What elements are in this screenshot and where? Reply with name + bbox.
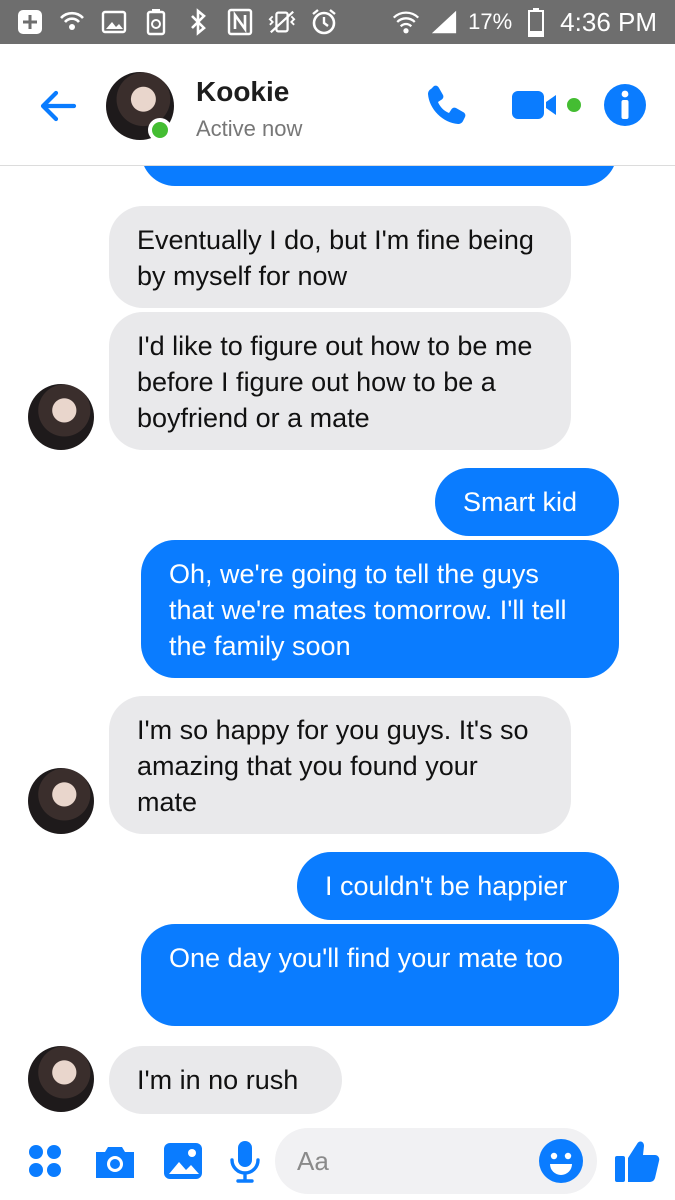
sender-avatar <box>28 384 94 450</box>
contact-name[interactable]: Kookie <box>196 76 289 108</box>
signal-icon <box>430 8 458 36</box>
wifi-icon <box>392 8 420 36</box>
message-input[interactable]: Aa <box>275 1128 597 1194</box>
back-arrow-icon <box>40 90 77 122</box>
image-icon <box>100 8 128 36</box>
gallery-icon <box>164 1143 202 1179</box>
status-icons-right: 17% 4:36 PM <box>392 6 657 38</box>
status-icons-left <box>16 6 338 38</box>
contact-status: Active now <box>196 116 303 141</box>
camera-icon <box>96 1147 134 1178</box>
recycle-icon <box>142 8 170 36</box>
wifi-call-icon <box>58 8 86 36</box>
voice-call-button[interactable] <box>422 80 472 130</box>
status-bar: 17% 4:36 PM <box>0 0 675 44</box>
vibrate-icon <box>268 8 296 36</box>
nfc-icon <box>226 8 254 36</box>
emoji-icon[interactable] <box>537 1137 585 1185</box>
info-icon <box>604 84 646 126</box>
battery-percent: 17% <box>468 9 513 34</box>
message-bubble-outgoing[interactable]: I couldn't be happier <box>297 852 619 920</box>
like-icon <box>615 1141 660 1182</box>
mic-button[interactable] <box>222 1138 268 1184</box>
conversation-header: Kookie Active now <box>0 44 675 166</box>
message-bubble-outgoing[interactable] <box>141 166 617 186</box>
plus-box-icon <box>16 8 44 36</box>
back-button[interactable] <box>34 82 82 130</box>
message-bubble-outgoing[interactable]: One day you'll find your mate too <box>141 924 619 1026</box>
message-bubble-incoming[interactable]: Eventually I do, but I'm fine being by m… <box>109 206 571 308</box>
message-list[interactable]: Eventually I do, but I'm fine being by m… <box>0 166 675 1126</box>
message-bubble-outgoing[interactable]: Oh, we're going to tell the guys that we… <box>141 540 619 678</box>
online-indicator <box>148 118 172 142</box>
apps-button[interactable] <box>22 1138 68 1184</box>
like-button[interactable] <box>612 1134 664 1186</box>
gallery-button[interactable] <box>160 1138 206 1184</box>
message-input-placeholder: Aa <box>297 1146 329 1176</box>
message-bubble-incoming[interactable]: I'm in no rush <box>109 1046 342 1114</box>
clock: 4:36 PM <box>560 7 657 37</box>
battery-icon <box>522 8 550 37</box>
info-button[interactable] <box>600 80 650 130</box>
camera-button[interactable] <box>92 1138 138 1184</box>
message-bubble-incoming[interactable]: I'm so happy for you guys. It's so amazi… <box>109 696 571 834</box>
composer-bar: Aa <box>0 1126 675 1200</box>
sender-avatar <box>28 1046 94 1112</box>
message-bubble-outgoing[interactable]: Smart kid <box>435 468 619 536</box>
video-call-button[interactable] <box>510 80 586 130</box>
sender-avatar <box>28 768 94 834</box>
video-icon <box>512 91 581 119</box>
bluetooth-icon <box>184 8 212 36</box>
mic-icon <box>230 1141 260 1183</box>
alarm-icon <box>310 8 338 36</box>
message-bubble-incoming[interactable]: I'd like to figure out how to be me befo… <box>109 312 571 450</box>
phone-icon <box>428 85 466 124</box>
apps-icon <box>29 1145 61 1177</box>
